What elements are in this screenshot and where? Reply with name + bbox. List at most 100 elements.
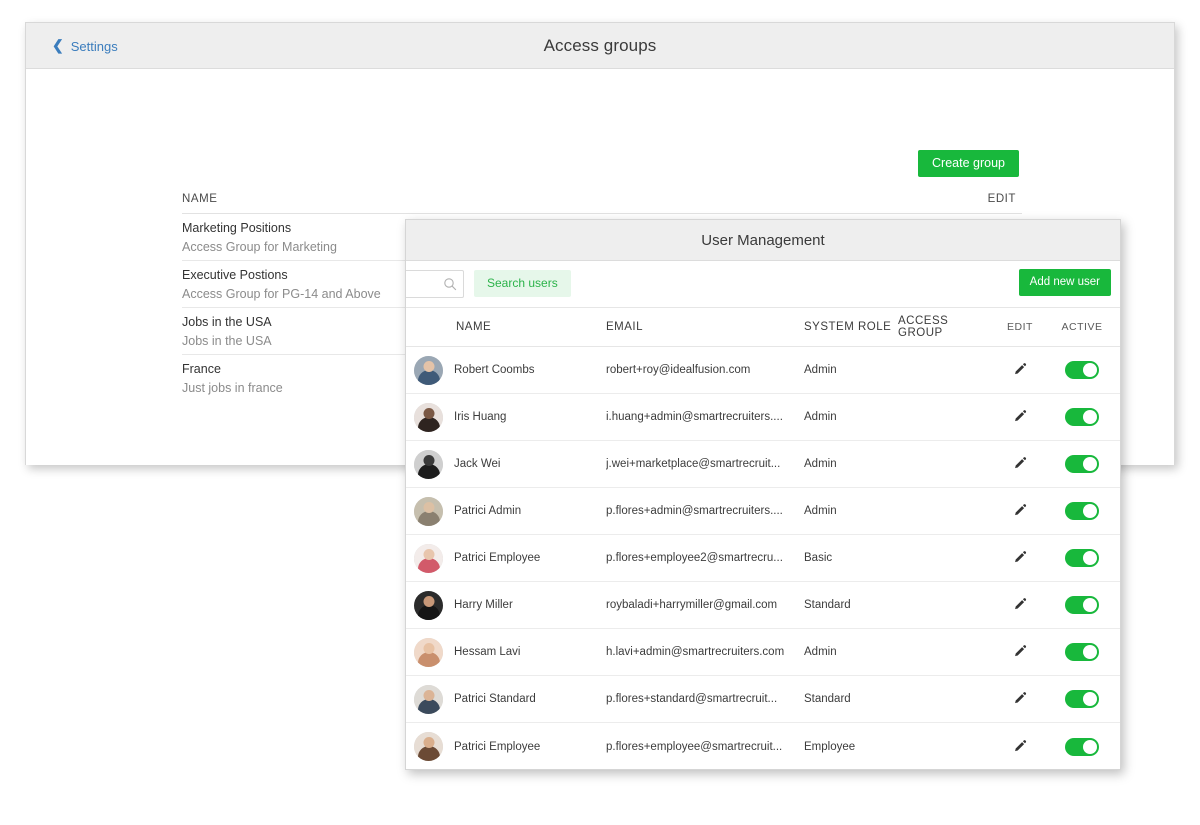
edit-cell[interactable] [990, 550, 1050, 566]
column-header-active: ACTIVE [1050, 321, 1114, 333]
active-toggle[interactable] [1065, 643, 1099, 661]
active-cell[interactable] [1050, 408, 1114, 426]
user-management-modal: User Management Search users Add new use… [405, 219, 1121, 770]
table-row[interactable]: Jack Weij.wei+marketplace@smartrecruit..… [406, 441, 1120, 488]
table-row[interactable]: Patrici Employeep.flores+employee2@smart… [406, 535, 1120, 582]
user-system-role: Admin [804, 458, 898, 470]
edit-cell[interactable] [990, 644, 1050, 660]
table-row[interactable]: Patrici Employeep.flores+employee@smartr… [406, 723, 1120, 770]
user-email: h.lavi+admin@smartrecruiters.com [606, 646, 804, 658]
user-email: roybaladi+harrymiller@gmail.com [606, 599, 804, 611]
pencil-icon[interactable] [1012, 503, 1028, 519]
table-row[interactable]: Patrici Standardp.flores+standard@smartr… [406, 676, 1120, 723]
edit-cell[interactable] [990, 362, 1050, 378]
active-toggle[interactable] [1065, 408, 1099, 426]
active-cell[interactable] [1050, 690, 1114, 708]
avatar [414, 403, 443, 432]
access-group-description: Jobs in the USA [182, 334, 272, 348]
user-name: Patrici Employee [454, 741, 606, 753]
active-cell[interactable] [1050, 455, 1114, 473]
edit-cell[interactable] [990, 409, 1050, 425]
user-name: Iris Huang [454, 411, 606, 423]
avatar [414, 544, 443, 573]
avatar-cell [406, 544, 454, 573]
pencil-icon[interactable] [1012, 597, 1028, 613]
user-name: Hessam Lavi [454, 646, 606, 658]
table-row[interactable]: Harry Millerroybaladi+harrymiller@gmail.… [406, 582, 1120, 629]
active-cell[interactable] [1050, 738, 1114, 756]
access-group-info: France Just jobs in france [182, 362, 283, 395]
user-management-toolbar: Search users Add new user [406, 261, 1120, 308]
search-input[interactable] [405, 270, 464, 298]
active-toggle[interactable] [1065, 596, 1099, 614]
column-header-name: NAME [454, 321, 606, 333]
user-email: p.flores+standard@smartrecruit... [606, 693, 804, 705]
active-toggle[interactable] [1065, 690, 1099, 708]
active-toggle[interactable] [1065, 738, 1099, 756]
user-email: p.flores+employee2@smartrecru... [606, 552, 804, 564]
edit-cell[interactable] [990, 691, 1050, 707]
user-name: Robert Coombs [454, 364, 606, 376]
pencil-icon[interactable] [1012, 644, 1028, 660]
user-email: p.flores+admin@smartrecruiters.... [606, 505, 804, 517]
user-name: Jack Wei [454, 458, 606, 470]
avatar-cell [406, 732, 454, 761]
active-cell[interactable] [1050, 502, 1114, 520]
pencil-icon[interactable] [1012, 739, 1028, 755]
active-cell[interactable] [1050, 549, 1114, 567]
access-groups-table-header: NAME EDIT [182, 182, 1022, 214]
pencil-icon[interactable] [1012, 409, 1028, 425]
table-row[interactable]: Patrici Adminp.flores+admin@smartrecruit… [406, 488, 1120, 535]
table-row[interactable]: Iris Huangi.huang+admin@smartrecruiters.… [406, 394, 1120, 441]
active-toggle[interactable] [1065, 549, 1099, 567]
column-header-edit: EDIT [988, 193, 1016, 205]
pencil-icon[interactable] [1012, 550, 1028, 566]
edit-cell[interactable] [990, 503, 1050, 519]
user-system-role: Admin [804, 505, 898, 517]
column-header-edit: EDIT [990, 321, 1050, 333]
avatar-cell [406, 450, 454, 479]
edit-cell[interactable] [990, 739, 1050, 755]
access-groups-header: ❮ Settings Access groups [26, 23, 1174, 69]
column-header-access-group: ACCESS GROUP [898, 315, 990, 339]
user-email: robert+roy@idealfusion.com [606, 364, 804, 376]
table-row[interactable]: Hessam Lavih.lavi+admin@smartrecruiters.… [406, 629, 1120, 676]
user-system-role: Admin [804, 364, 898, 376]
user-name: Patrici Employee [454, 552, 606, 564]
access-group-description: Just jobs in france [182, 381, 283, 395]
active-cell[interactable] [1050, 643, 1114, 661]
user-system-role: Admin [804, 411, 898, 423]
user-name: Patrici Standard [454, 693, 606, 705]
avatar [414, 685, 443, 714]
access-group-info: Executive Postions Access Group for PG-1… [182, 268, 381, 301]
table-row[interactable]: Robert Coombsrobert+roy@idealfusion.comA… [406, 347, 1120, 394]
user-management-title: User Management [406, 220, 1120, 261]
add-new-user-button[interactable]: Add new user [1019, 269, 1111, 296]
search-users-button[interactable]: Search users [474, 270, 571, 297]
user-table-body: Robert Coombsrobert+roy@idealfusion.comA… [406, 347, 1120, 770]
user-system-role: Standard [804, 693, 898, 705]
user-system-role: Admin [804, 646, 898, 658]
active-toggle[interactable] [1065, 502, 1099, 520]
user-system-role: Employee [804, 741, 898, 753]
pencil-icon[interactable] [1012, 456, 1028, 472]
access-group-description: Access Group for Marketing [182, 240, 337, 254]
active-cell[interactable] [1050, 596, 1114, 614]
avatar [414, 638, 443, 667]
create-group-button[interactable]: Create group [918, 150, 1019, 177]
avatar-cell [406, 638, 454, 667]
pencil-icon[interactable] [1012, 362, 1028, 378]
active-toggle[interactable] [1065, 361, 1099, 379]
user-system-role: Standard [804, 599, 898, 611]
edit-cell[interactable] [990, 597, 1050, 613]
avatar [414, 356, 443, 385]
user-table: NAME EMAIL SYSTEM ROLE ACCESS GROUP EDIT… [406, 308, 1120, 770]
user-name: Patrici Admin [454, 505, 606, 517]
column-header-email: EMAIL [606, 321, 804, 333]
active-toggle[interactable] [1065, 455, 1099, 473]
access-group-info: Jobs in the USA Jobs in the USA [182, 315, 272, 348]
pencil-icon[interactable] [1012, 691, 1028, 707]
active-cell[interactable] [1050, 361, 1114, 379]
edit-cell[interactable] [990, 456, 1050, 472]
access-group-name: Marketing Positions [182, 221, 337, 235]
